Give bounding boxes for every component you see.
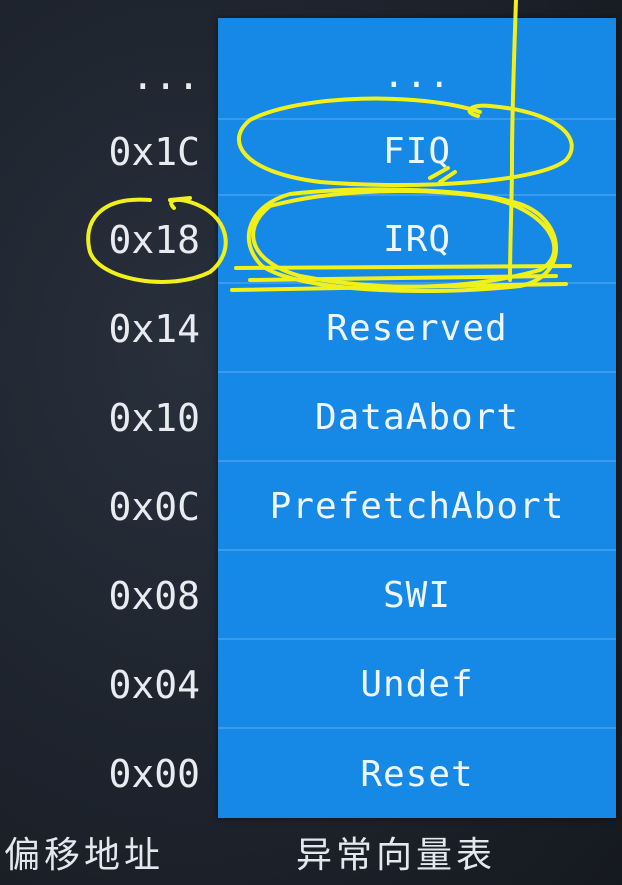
vector-label: SWI [382,574,452,616]
offset-label: 0x18 [108,218,200,262]
offset-label: 0x10 [108,396,200,440]
vector-label: DataAbort [314,396,520,438]
vector-row: Undef [218,641,616,729]
vector-row: SWI [218,552,616,640]
vector-label: Reserved [326,307,508,349]
offset-label: 0x1C [108,130,200,174]
vector-row: FIQ [218,108,616,196]
vector-label: PrefetchAbort [269,485,565,527]
vector-label: ... [382,54,452,96]
offset-label: 0x04 [108,663,200,707]
offset-column-caption: 偏移地址 [4,835,165,876]
vector-row: Reset [218,730,616,818]
vector-label: FIQ [382,130,452,172]
vector-label: Reset [360,753,474,795]
vector-row: IRQ [218,196,616,284]
offset-label: ... [131,54,200,98]
offset-label: 0x0C [108,485,200,529]
offset-label: 0x14 [108,307,200,351]
vector-row: DataAbort [218,374,616,462]
exception-vector-table: ... FIQ IRQ Reserved DataAbort PrefetchA… [218,18,616,818]
vector-label: IRQ [382,218,452,260]
offset-label: 0x08 [108,574,200,618]
vector-table-caption: 异常向量表 [296,835,497,876]
vector-row: PrefetchAbort [218,463,616,551]
vector-label: Undef [360,663,474,705]
vector-row: Reserved [218,285,616,373]
slide-background: ... 0x1C 0x18 0x14 0x10 0x0C 0x08 0x04 0… [0,0,622,885]
vector-row: ... [218,32,616,120]
offset-label: 0x00 [108,752,200,796]
